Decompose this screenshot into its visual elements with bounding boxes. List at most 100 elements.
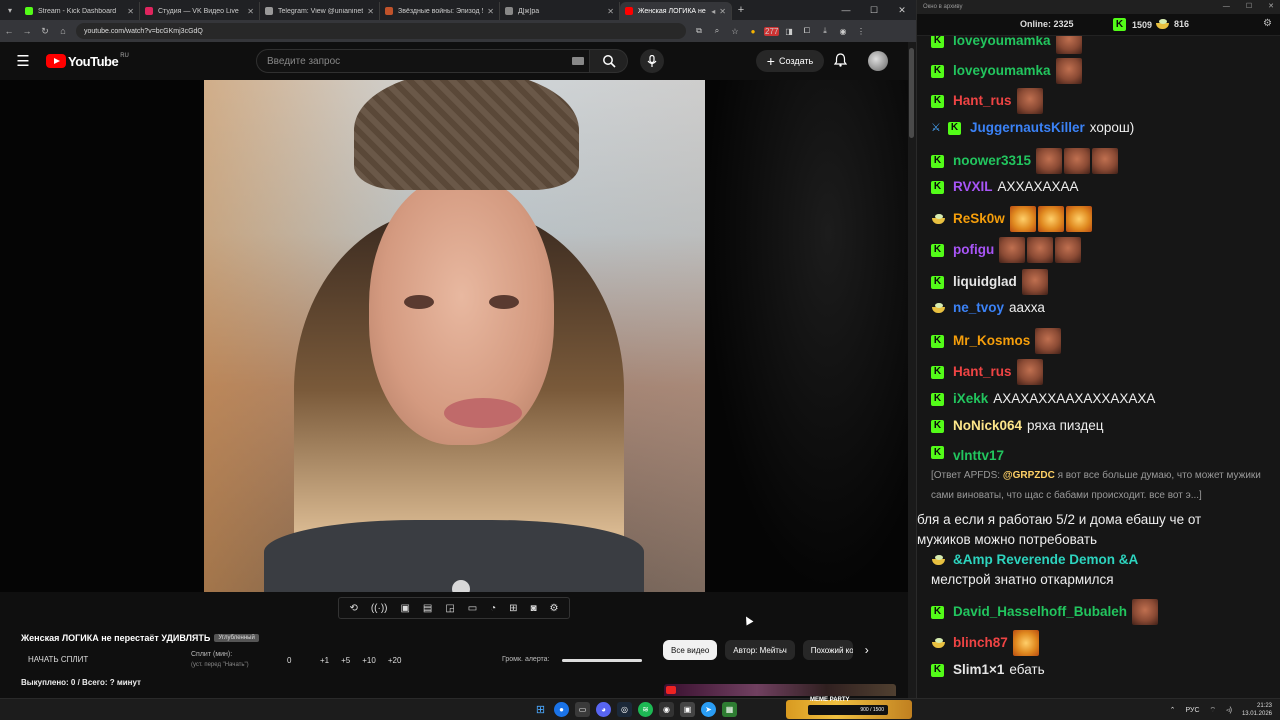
chat-username[interactable]: loveyoumamka xyxy=(953,36,1051,51)
profile-icon[interactable]: ◉ xyxy=(836,27,850,36)
mute-tab-icon[interactable]: ◂ xyxy=(711,7,715,16)
voice-search-button[interactable] xyxy=(640,49,664,73)
screenshot-camera-icon[interactable]: ◙ xyxy=(531,603,537,614)
add-screen-icon[interactable]: ⊞ xyxy=(509,603,517,614)
recommended-thumbnail[interactable] xyxy=(664,684,896,696)
cinema-mode-icon[interactable]: ▭ xyxy=(468,603,477,614)
download-icon[interactable]: ⤓ xyxy=(818,26,832,36)
windows-start-icon[interactable]: ⊞ xyxy=(533,702,548,717)
discord-icon[interactable]: ◕ xyxy=(596,702,611,717)
speed-gauge-icon[interactable]: ◔ xyxy=(490,603,496,614)
telegram-icon[interactable]: ➤ xyxy=(701,702,716,717)
close-window-icon[interactable]: ✕ xyxy=(888,0,916,20)
browser-menu-icon[interactable]: ⋮ xyxy=(854,27,868,36)
chat-username[interactable]: RVXIL xyxy=(953,177,993,197)
split-plus-20-button[interactable]: +20 xyxy=(388,656,402,665)
chat-settings-icon[interactable]: ⚙ xyxy=(1263,18,1272,29)
loop-icon[interactable]: ⟲ xyxy=(349,603,357,614)
obs-icon[interactable]: ◉ xyxy=(659,702,674,717)
chat-username[interactable]: NoNick064 xyxy=(953,416,1022,436)
split-plus-10-button[interactable]: +10 xyxy=(362,656,376,665)
broadcast-icon[interactable]: ((·)) xyxy=(371,603,388,614)
close-window-icon[interactable]: ✕ xyxy=(1268,0,1274,14)
chat-username[interactable]: vlnttv17 xyxy=(953,446,1004,466)
chat-username[interactable]: &Amp Reverende Demon &A xyxy=(953,550,1138,570)
tab-star-wars[interactable]: Звёздные войны: Эпизод 5 - Импер ✕ xyxy=(380,2,500,20)
settings-gear-icon[interactable]: ⚙ xyxy=(550,603,559,614)
split-plus-1-button[interactable]: +1 xyxy=(320,656,329,665)
tab-close-icon[interactable]: ✕ xyxy=(487,7,494,16)
file-explorer-icon[interactable]: ▭ xyxy=(575,702,590,717)
tab-close-icon[interactable]: ✕ xyxy=(367,7,374,16)
chevron-right-icon[interactable]: › xyxy=(865,643,869,657)
chat-username[interactable]: noower3315 xyxy=(953,151,1031,171)
new-tab-button[interactable]: + xyxy=(732,4,750,16)
extension-icon[interactable]: ◨ xyxy=(782,27,796,36)
chip-all-videos[interactable]: Все видео xyxy=(663,640,718,660)
create-button[interactable]: + Создать xyxy=(756,50,824,72)
extensions-puzzle-icon[interactable]: ⧠ xyxy=(800,26,814,36)
chat-emote[interactable] xyxy=(1037,206,1064,232)
app-icon[interactable]: ▣ xyxy=(680,702,695,717)
tray-overflow-icon[interactable]: ⌃ xyxy=(1170,706,1176,714)
tab-dzhra[interactable]: Д[ж]ра ✕ xyxy=(500,2,620,20)
chat-emote[interactable] xyxy=(1012,630,1039,656)
clock[interactable]: 21:23 13.01.2026 xyxy=(1242,702,1272,718)
chat-emote[interactable] xyxy=(1055,36,1082,54)
notifications-bell-icon[interactable] xyxy=(833,53,848,70)
maximize-icon[interactable]: ☐ xyxy=(860,0,888,20)
tab-vk-studio[interactable]: Студия — VK Видео Live ✕ xyxy=(140,2,260,20)
chat-username[interactable]: Slim1×1 xyxy=(953,660,1004,680)
chip-similar[interactable]: Похожий контент xyxy=(802,640,853,660)
chat-emote[interactable] xyxy=(1055,58,1082,84)
maximize-icon[interactable]: ☐ xyxy=(1246,0,1252,14)
alert-volume-slider[interactable] xyxy=(562,659,642,662)
start-split-button[interactable]: НАЧАТЬ СПЛИТ xyxy=(28,655,88,664)
tab-close-icon[interactable]: ✕ xyxy=(127,7,134,16)
install-icon[interactable]: ⧉ xyxy=(692,26,706,36)
chat-emote[interactable] xyxy=(1065,206,1092,232)
chip-by-author[interactable]: Автор: Мейтьч xyxy=(725,640,795,660)
chat-emote[interactable] xyxy=(1009,206,1036,232)
chat-username[interactable]: iXekk xyxy=(953,389,988,409)
chat-emote[interactable] xyxy=(1064,148,1091,174)
volume-icon[interactable]: ◃) xyxy=(1226,706,1232,714)
tab-search-icon[interactable]: ▾ xyxy=(0,0,20,20)
chat-emote[interactable] xyxy=(1092,148,1119,174)
zoom-icon[interactable]: ⌕ xyxy=(710,26,724,36)
search-button[interactable] xyxy=(590,49,628,73)
extension-badge[interactable]: 277 xyxy=(764,26,780,36)
search-input[interactable]: Введите запрос xyxy=(256,49,590,73)
keyboard-icon[interactable] xyxy=(572,57,584,65)
meme-party-widget[interactable]: MEME PARTY 900 / 1500 xyxy=(786,697,912,719)
chat-emote[interactable] xyxy=(1055,237,1082,263)
bookmark-star-icon[interactable]: ☆ xyxy=(728,27,742,36)
chat-username[interactable]: Hant_rus xyxy=(953,91,1012,111)
home-icon[interactable]: ⌂ xyxy=(54,26,72,36)
chat-emote[interactable] xyxy=(1132,599,1159,625)
resize-icon[interactable]: ◲ xyxy=(445,603,454,614)
tab-telegram[interactable]: Telegram: View @unianinet ✕ xyxy=(260,2,380,20)
chat-emote[interactable] xyxy=(1016,88,1043,114)
split-plus-5-button[interactable]: +5 xyxy=(341,656,350,665)
minimize-icon[interactable]: — xyxy=(1223,0,1230,14)
chat-username[interactable]: JuggernautsKiller xyxy=(970,118,1085,138)
chat-username[interactable]: Hant_rus xyxy=(953,362,1012,382)
chat-username[interactable]: ne_tvoy xyxy=(953,298,1004,318)
page-scrollbar[interactable] xyxy=(908,42,916,698)
picture-in-picture-icon[interactable]: ▣ xyxy=(400,603,409,614)
forward-icon[interactable]: → xyxy=(18,26,36,36)
chat-username[interactable]: loveyoumamka xyxy=(953,61,1051,81)
extension-coin-icon[interactable]: ● xyxy=(746,27,760,36)
tab-close-icon[interactable]: ✕ xyxy=(719,7,726,16)
chat-username[interactable]: David_Hasselhoff_Bubaleh xyxy=(953,602,1127,622)
chat-username[interactable]: ReSk0w xyxy=(953,209,1005,229)
url-field[interactable]: youtube.com/watch?v=bcGKmj3cGdQ xyxy=(76,23,686,39)
account-avatar[interactable] xyxy=(868,51,888,71)
reload-icon[interactable]: ↻ xyxy=(36,26,54,37)
chat-emote[interactable] xyxy=(1035,328,1062,354)
spotify-icon[interactable]: ≋ xyxy=(638,702,653,717)
video-player[interactable] xyxy=(0,80,910,592)
tab-kick-dashboard[interactable]: Stream - Kick Dashboard ✕ xyxy=(20,2,140,20)
clapper-icon[interactable]: ▤ xyxy=(423,603,432,614)
